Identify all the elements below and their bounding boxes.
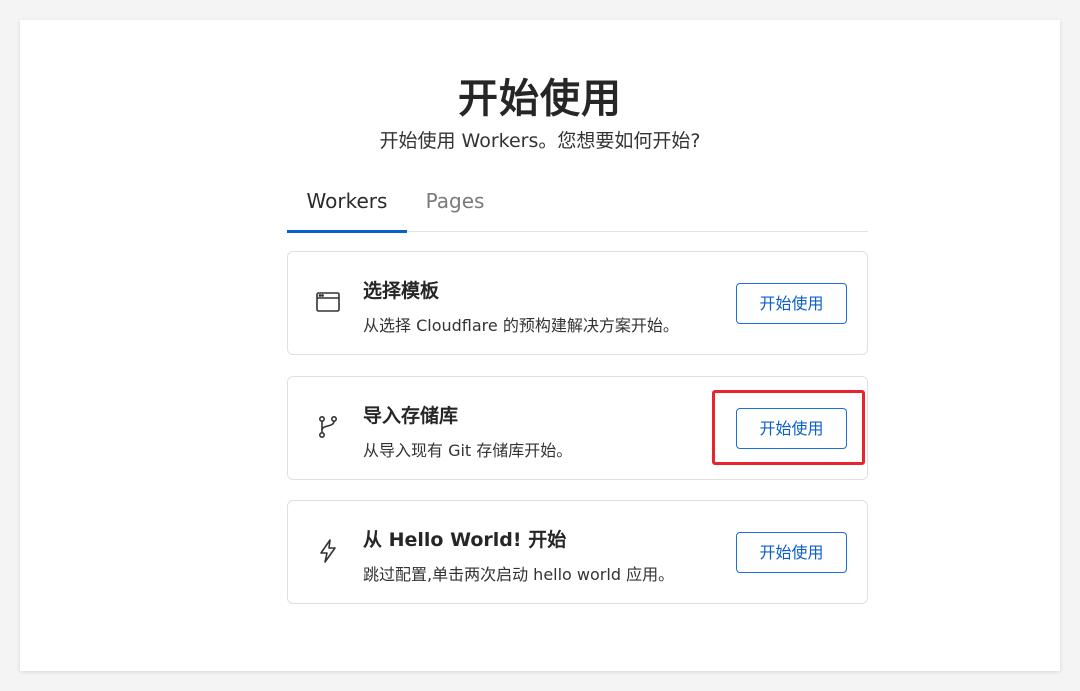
card-description: 从导入现有 Git 存储库开始。 [363,441,573,460]
start-button-hello-world[interactable]: 开始使用 [736,532,847,573]
tab-pages[interactable]: Pages [411,180,499,232]
git-branch-icon [314,413,342,441]
card-select-template: 选择模板 从选择 Cloudflare 的预构建解决方案开始。 开始使用 [287,251,868,355]
card-description: 跳过配置,单击两次启动 hello world 应用。 [363,565,675,584]
card-description: 从选择 Cloudflare 的预构建解决方案开始。 [363,316,679,335]
browser-window-icon [314,288,342,316]
active-tab-indicator [287,230,407,233]
card-title: 选择模板 [363,280,440,302]
card-title: 导入存储库 [363,405,459,427]
lightning-bolt-icon [314,537,342,565]
page-title: 开始使用 [458,76,622,122]
tab-bar: Workers Pages [287,180,868,233]
card-hello-world: 从 Hello World! 开始 跳过配置,单击两次启动 hello worl… [287,500,868,604]
card-title: 从 Hello World! 开始 [363,529,567,551]
card-import-repository: 导入存储库 从导入现有 Git 存储库开始。 开始使用 [287,376,868,480]
tab-workers[interactable]: Workers [287,180,407,232]
page-subtitle: 开始使用 Workers。您想要如何开始? [379,130,701,152]
get-started-panel: 开始使用 开始使用 Workers。您想要如何开始? Workers Pages… [20,20,1060,671]
start-button-import[interactable]: 开始使用 [736,408,847,449]
start-button-template[interactable]: 开始使用 [736,283,847,324]
